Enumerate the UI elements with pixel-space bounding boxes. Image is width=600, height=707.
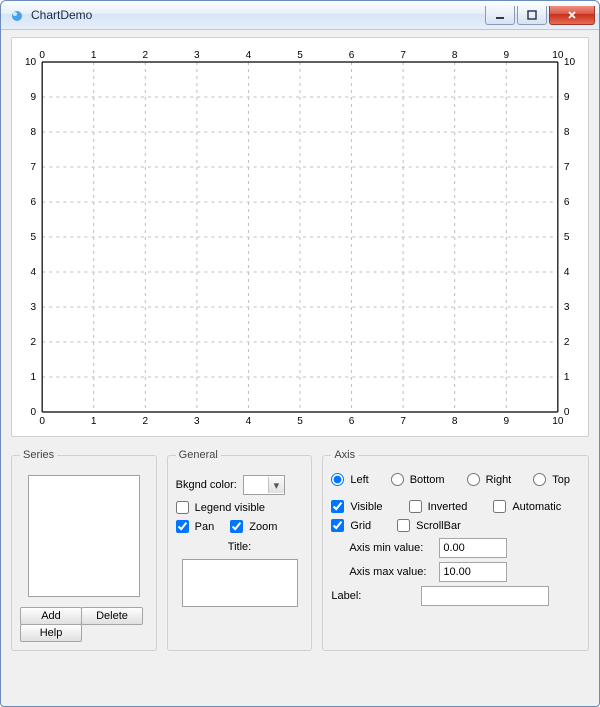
svg-text:4: 4 <box>246 416 252 427</box>
svg-text:10: 10 <box>552 416 564 427</box>
series-group: Series Add Delete Help <box>11 449 157 651</box>
bkgnd-color-label: Bkgnd color: <box>176 479 237 491</box>
svg-text:6: 6 <box>349 50 355 61</box>
axis-inverted-checkbox[interactable]: Inverted <box>409 500 468 513</box>
svg-text:0: 0 <box>564 407 570 418</box>
svg-text:4: 4 <box>31 267 37 278</box>
svg-text:8: 8 <box>452 50 458 61</box>
svg-text:10: 10 <box>552 50 564 61</box>
svg-text:10: 10 <box>25 57 37 68</box>
axis-max-label: Axis max value: <box>331 566 439 578</box>
title-input[interactable] <box>182 559 298 607</box>
svg-text:4: 4 <box>246 50 252 61</box>
minimize-button[interactable] <box>485 6 515 25</box>
axis-max-input[interactable] <box>439 562 507 582</box>
svg-text:9: 9 <box>503 416 509 427</box>
svg-text:6: 6 <box>564 197 570 208</box>
app-icon <box>9 7 25 23</box>
axis-label-label: Label: <box>331 590 421 602</box>
axis-top-radio[interactable]: Top <box>533 473 570 486</box>
svg-text:1: 1 <box>31 372 37 383</box>
svg-text:10: 10 <box>564 57 576 68</box>
svg-text:7: 7 <box>400 416 406 427</box>
svg-text:0: 0 <box>39 416 45 427</box>
general-group: General Bkgnd color: ▾ Legend visible Pa… <box>167 449 313 651</box>
chart-panel[interactable]: 0011223344556677889910100011223344556677… <box>11 37 589 437</box>
help-button[interactable]: Help <box>20 624 82 642</box>
titlebar: ChartDemo <box>1 1 599 30</box>
svg-text:8: 8 <box>564 127 570 138</box>
svg-text:5: 5 <box>564 232 570 243</box>
chart-grid: 0011223344556677889910100011223344556677… <box>18 44 582 430</box>
axis-min-label: Axis min value: <box>331 542 439 554</box>
close-button[interactable] <box>549 6 595 25</box>
axis-grid-checkbox[interactable]: Grid <box>331 519 371 532</box>
svg-text:3: 3 <box>564 302 570 313</box>
svg-text:9: 9 <box>503 50 509 61</box>
svg-text:0: 0 <box>31 407 37 418</box>
svg-text:7: 7 <box>564 162 570 173</box>
axis-min-input[interactable] <box>439 538 507 558</box>
svg-text:1: 1 <box>91 416 97 427</box>
axis-legend: Axis <box>331 449 358 461</box>
svg-text:1: 1 <box>564 372 570 383</box>
svg-text:2: 2 <box>143 416 149 427</box>
svg-text:3: 3 <box>194 416 200 427</box>
svg-text:9: 9 <box>564 92 570 103</box>
add-button[interactable]: Add <box>20 607 82 625</box>
svg-text:4: 4 <box>564 267 570 278</box>
svg-text:3: 3 <box>194 50 200 61</box>
axis-automatic-checkbox[interactable]: Automatic <box>493 500 561 513</box>
axis-bottom-radio[interactable]: Bottom <box>391 473 445 486</box>
svg-text:0: 0 <box>39 50 45 61</box>
svg-text:8: 8 <box>452 416 458 427</box>
axis-visible-checkbox[interactable]: Visible <box>331 500 382 513</box>
axis-scrollbar-checkbox[interactable]: ScrollBar <box>397 519 461 532</box>
bkgnd-color-combo[interactable]: ▾ <box>243 475 285 495</box>
axis-left-radio[interactable]: Left <box>331 473 368 486</box>
svg-text:5: 5 <box>297 50 303 61</box>
svg-text:7: 7 <box>31 162 37 173</box>
legend-visible-checkbox[interactable]: Legend visible <box>176 501 265 514</box>
delete-button[interactable]: Delete <box>81 607 143 625</box>
svg-text:7: 7 <box>400 50 406 61</box>
series-legend: Series <box>20 449 57 461</box>
svg-text:8: 8 <box>31 127 37 138</box>
axis-group: Axis Left Bottom Right Top Visible Inver… <box>322 449 589 651</box>
general-legend: General <box>176 449 221 461</box>
axis-right-radio[interactable]: Right <box>467 473 512 486</box>
pan-checkbox[interactable]: Pan <box>176 520 215 533</box>
title-label: Title: <box>228 541 251 553</box>
svg-text:5: 5 <box>297 416 303 427</box>
svg-text:2: 2 <box>143 50 149 61</box>
axis-label-input[interactable] <box>421 586 549 606</box>
chevron-down-icon: ▾ <box>268 477 284 493</box>
svg-text:5: 5 <box>31 232 37 243</box>
svg-text:1: 1 <box>91 50 97 61</box>
svg-text:3: 3 <box>31 302 37 313</box>
svg-text:2: 2 <box>31 337 37 348</box>
svg-text:2: 2 <box>564 337 570 348</box>
window-title: ChartDemo <box>31 8 483 22</box>
zoom-checkbox[interactable]: Zoom <box>230 520 277 533</box>
svg-text:9: 9 <box>31 92 37 103</box>
svg-text:6: 6 <box>31 197 37 208</box>
svg-text:6: 6 <box>349 416 355 427</box>
maximize-button[interactable] <box>517 6 547 25</box>
series-listbox[interactable] <box>28 475 140 597</box>
